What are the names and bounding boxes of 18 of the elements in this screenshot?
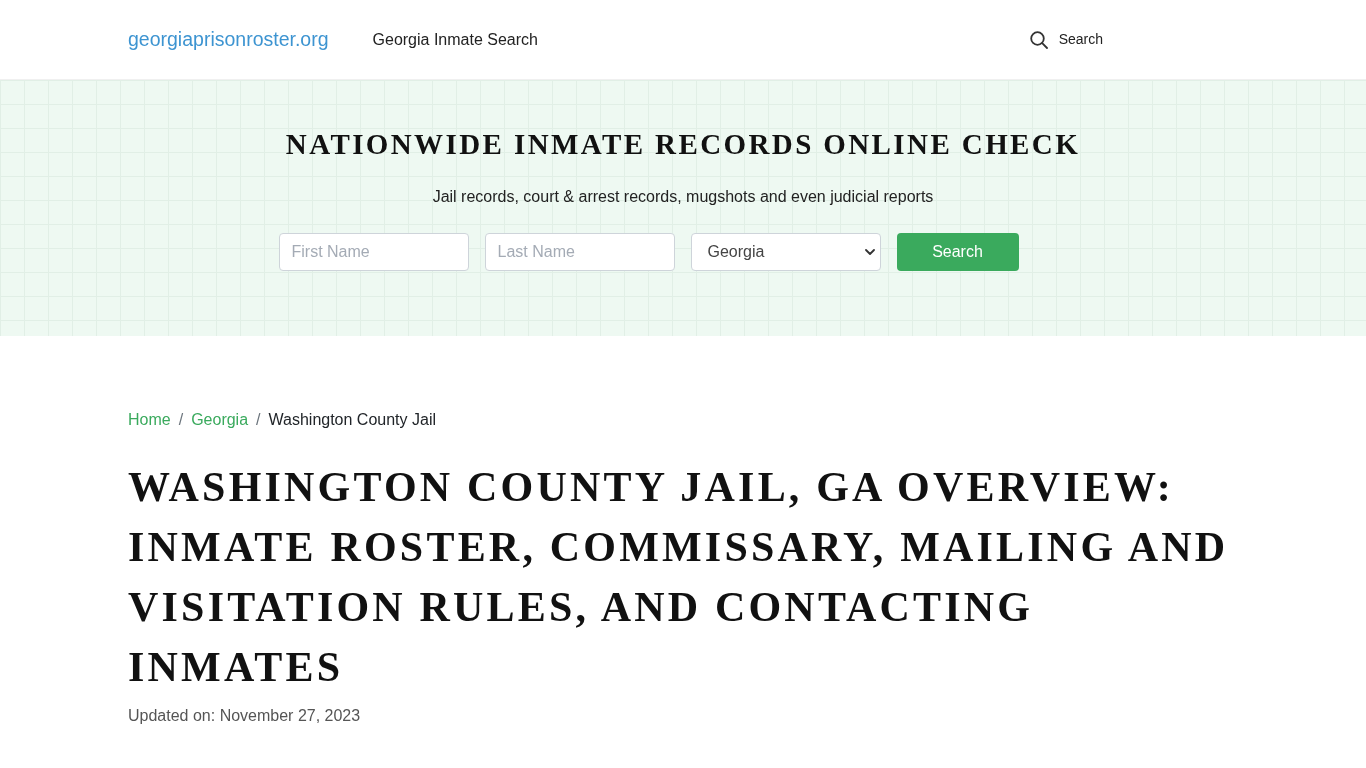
state-select[interactable]: Georgia xyxy=(690,233,881,271)
search-button[interactable]: Search xyxy=(1029,29,1103,50)
breadcrumb-separator: / xyxy=(255,410,262,430)
breadcrumb-current: Washington County Jail xyxy=(268,410,436,430)
first-name-field[interactable]: First Name xyxy=(278,233,469,271)
hero-subtitle: Jail records, court & arrest records, mugshots and even judicial reports xyxy=(432,187,934,207)
chevron-down-icon xyxy=(864,249,875,255)
last-name-field[interactable]: Last Name xyxy=(484,233,675,271)
site-logo[interactable]: georgiaprisonroster.org xyxy=(128,24,329,55)
search-icon xyxy=(1029,30,1048,49)
search-submit-button[interactable]: Search xyxy=(896,233,1019,271)
breadcrumb-link[interactable]: Home xyxy=(128,410,171,430)
breadcrumb-separator: / xyxy=(177,410,185,430)
updated-date: Updated on: November 27, 2023 xyxy=(128,706,362,726)
nav-link[interactable]: Georgia Inmate Search xyxy=(372,27,538,52)
hero-title: NATIONWIDE INMATE RECORDS ONLINE CHECK xyxy=(285,127,1081,161)
page-title: WASHINGTON COUNTY JAIL, GA OVERVIEW: INMATE ROSTER, COMMISSARY, MAILING AND VISITATION RULES, AND CONTACTING INMATES xyxy=(128,463,1230,692)
breadcrumb-link[interactable]: Georgia xyxy=(191,410,249,430)
